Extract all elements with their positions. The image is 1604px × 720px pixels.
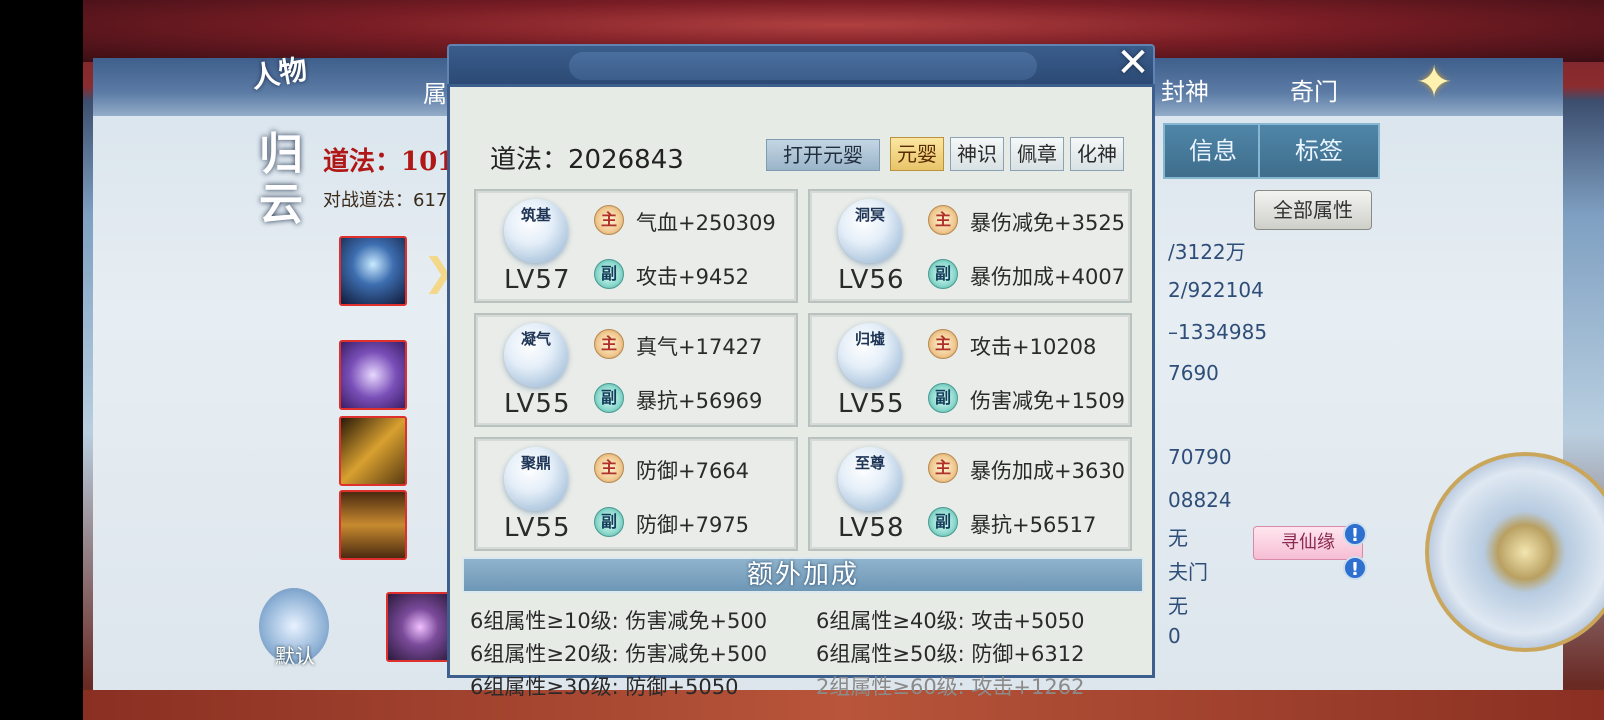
main-tag-icon: 主 xyxy=(928,205,958,235)
main-stat: 攻击+10208 xyxy=(970,335,1097,359)
panel-close-icon[interactable]: ✦ xyxy=(1411,60,1457,106)
alert-icon[interactable]: ! xyxy=(1343,556,1367,580)
sub-tag-icon: 副 xyxy=(928,507,958,537)
right-stat: 70790 xyxy=(1168,445,1232,469)
right-stat: 08824 xyxy=(1168,488,1232,512)
yuanying-card[interactable]: 洞冥 LV56 主 暴伤减免+3525 副 暴伤加成+4007 xyxy=(808,189,1132,303)
card-level: LV55 xyxy=(838,389,905,419)
right-stat: 2/922104 xyxy=(1168,278,1264,302)
yuanying-card[interactable]: 聚鼎 LV55 主 防御+7664 副 防御+7975 xyxy=(474,437,798,551)
tab-peizhang[interactable]: 佩章 xyxy=(1010,137,1064,171)
card-level: LV57 xyxy=(504,265,571,295)
orb-icon: 凝气 xyxy=(504,323,568,387)
sub-stat: 伤害减免+1509 xyxy=(970,389,1126,413)
orb-label: 洞冥 xyxy=(854,206,885,224)
orb-label: 至尊 xyxy=(854,454,885,472)
right-stat: 无 xyxy=(1168,594,1188,618)
character-daofa: 道法：101 xyxy=(323,147,456,177)
equipment-slot[interactable] xyxy=(339,236,407,306)
orb-icon: 聚鼎 xyxy=(504,447,568,511)
orb-label: 归墟 xyxy=(854,330,885,348)
right-stat: 夫门 xyxy=(1168,560,1208,584)
right-stat: –1334985 xyxy=(1168,320,1268,344)
game-screen: 人物 属性 封神 奇门 ✦ 信息 标签 全部属性 /3122万 2/922104… xyxy=(83,0,1604,720)
sub-tag-icon: 副 xyxy=(594,507,624,537)
sub-tag-icon: 副 xyxy=(594,383,624,413)
battle-daofa: 对战道法：617 xyxy=(323,190,448,211)
orb-icon: 筑基 xyxy=(504,199,568,263)
orb-label: 凝气 xyxy=(520,330,551,348)
character-name: 归云 xyxy=(259,129,303,230)
main-stat: 暴伤加成+3630 xyxy=(970,459,1126,483)
right-stat: 无 xyxy=(1168,526,1188,550)
tab-shenshi[interactable]: 神识 xyxy=(950,137,1004,171)
tab-huashen[interactable]: 化神 xyxy=(1070,137,1124,171)
extra-bonus-title: 额外加成 xyxy=(462,557,1144,593)
right-stat: 0 xyxy=(1168,624,1181,648)
main-stat: 真气+17427 xyxy=(636,335,763,359)
right-stat: 7690 xyxy=(1168,361,1219,385)
bonus-line: 6组属性≥30级: 防御+5050 xyxy=(470,675,739,699)
bonus-line: 6组属性≥20级: 伤害减免+500 xyxy=(470,642,768,666)
sub-tag-icon: 副 xyxy=(594,259,624,289)
equipment-slot[interactable] xyxy=(339,340,407,410)
modal-title-bar xyxy=(447,44,1155,86)
orb-icon: 归墟 xyxy=(838,323,902,387)
orb-icon: 洞冥 xyxy=(838,199,902,263)
yuanying-card[interactable]: 筑基 LV57 主 气血+250309 副 攻击+9452 xyxy=(474,189,798,303)
bonus-line: 6组属性≥10级: 伤害减免+500 xyxy=(470,609,768,633)
orb-label: 聚鼎 xyxy=(520,454,551,472)
equipment-slot[interactable] xyxy=(386,592,454,662)
main-tag-icon: 主 xyxy=(928,453,958,483)
bonus-line-inactive: 2组属性≥60级: 攻击+1262 xyxy=(816,675,1085,699)
alert-icon[interactable]: ! xyxy=(1343,522,1367,546)
card-level: LV56 xyxy=(838,265,905,295)
sub-stat: 暴伤加成+4007 xyxy=(970,265,1126,289)
card-level: LV58 xyxy=(838,513,905,543)
tab-qimen[interactable]: 奇门 xyxy=(1290,72,1338,107)
daofa-value: 道法：2026843 xyxy=(490,145,684,175)
sub-stat: 攻击+9452 xyxy=(636,265,750,289)
main-stat: 气血+250309 xyxy=(636,211,776,235)
sub-stat: 防御+7975 xyxy=(636,513,750,537)
yuanying-modal: ✕ 道法：2026843 打开元婴 元婴 神识 佩章 化神 筑基 LV57 主 … xyxy=(447,42,1155,699)
sub-tab-tag[interactable]: 标签 xyxy=(1258,123,1380,179)
all-attributes-button[interactable]: 全部属性 xyxy=(1254,190,1372,230)
tab-fengshen[interactable]: 封神 xyxy=(1161,72,1209,107)
sub-tag-icon: 副 xyxy=(928,383,958,413)
main-stat: 防御+7664 xyxy=(636,459,750,483)
main-stat: 暴伤减免+3525 xyxy=(970,211,1126,235)
bonus-line: 6组属性≥50级: 防御+6312 xyxy=(816,642,1085,666)
sub-tab-info[interactable]: 信息 xyxy=(1163,123,1263,179)
card-level: LV55 xyxy=(504,513,571,543)
modal-title-plate xyxy=(569,52,1037,80)
main-tag-icon: 主 xyxy=(594,205,624,235)
open-yuanying-button[interactable]: 打开元婴 xyxy=(766,139,880,171)
orb-label: 筑基 xyxy=(520,206,551,224)
equipment-slot[interactable] xyxy=(339,490,407,560)
main-tag-icon: 主 xyxy=(594,329,624,359)
bonus-line: 6组属性≥40级: 攻击+5050 xyxy=(816,609,1085,633)
orb-icon: 至尊 xyxy=(838,447,902,511)
tab-yuanying[interactable]: 元婴 xyxy=(890,137,944,171)
sub-stat: 暴抗+56517 xyxy=(970,513,1097,537)
close-icon[interactable]: ✕ xyxy=(1112,42,1154,84)
modal-body: 道法：2026843 打开元婴 元婴 神识 佩章 化神 筑基 LV57 主 气血… xyxy=(447,84,1155,699)
sub-tag-icon: 副 xyxy=(928,259,958,289)
sub-stat: 暴抗+56969 xyxy=(636,389,763,413)
default-label: 默认 xyxy=(275,644,315,668)
equipment-slot[interactable] xyxy=(339,416,407,486)
yuanying-card[interactable]: 归墟 LV55 主 攻击+10208 副 伤害减免+1509 xyxy=(808,313,1132,427)
card-level: LV55 xyxy=(504,389,571,419)
yuanying-card[interactable]: 凝气 LV55 主 真气+17427 副 暴抗+56969 xyxy=(474,313,798,427)
yuanying-card[interactable]: 至尊 LV58 主 暴伤加成+3630 副 暴抗+56517 xyxy=(808,437,1132,551)
main-tag-icon: 主 xyxy=(594,453,624,483)
main-tag-icon: 主 xyxy=(928,329,958,359)
right-stat: /3122万 xyxy=(1168,240,1246,264)
